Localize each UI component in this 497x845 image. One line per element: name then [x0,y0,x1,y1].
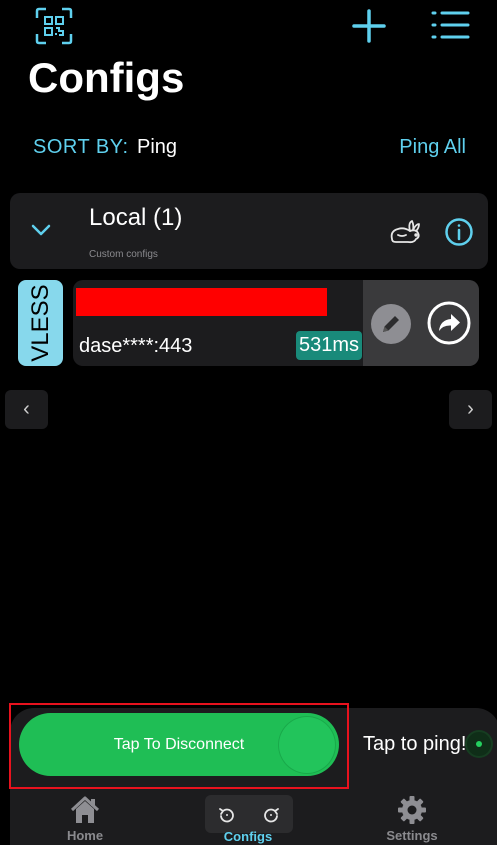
add-config-button[interactable] [352,9,386,43]
list-menu-icon [431,11,470,39]
ping-badge: 531ms [296,331,363,360]
tab-home-label: Home [66,828,104,843]
tab-home[interactable]: Home [35,795,135,843]
page-title: Configs [28,54,185,101]
qr-scan-button[interactable] [35,7,73,45]
connection-status-dot[interactable] [467,732,491,756]
plus-icon [352,9,386,43]
sort-by-label: SORT BY: [33,136,129,158]
config-group-local[interactable]: Local (1) Custom configs [10,193,488,269]
tab-settings[interactable]: Settings [362,795,462,843]
tab-configs-label: Configs [223,829,273,844]
configs-screen: Configs SORT BY: Ping Ping All Local (1)… [0,0,497,845]
config-item[interactable]: dase****:443 531ms [73,280,479,366]
chevron-down-icon[interactable] [30,219,52,241]
share-arrow-icon[interactable] [427,301,471,345]
next-page-button[interactable]: › [449,390,492,429]
sort-by-selector[interactable]: Ping [137,136,177,159]
redacted-config-name [76,288,327,316]
protocol-tag: VLESS [18,280,63,366]
redo-icon[interactable] [262,806,280,824]
ping-all-button[interactable]: Ping All [399,136,466,159]
pencil-icon[interactable] [371,304,411,344]
info-icon[interactable] [444,217,474,247]
config-actions [363,280,479,366]
menu-button[interactable] [430,9,470,41]
qr-scan-icon [35,7,73,45]
highlight-box [9,703,349,789]
tab-configs[interactable]: Configs [198,829,298,844]
group-subtitle: Custom configs [89,249,158,260]
tab-settings-label: Settings [386,828,438,843]
protocol-label: VLESS [26,284,54,362]
group-name: Local (1) [89,204,183,231]
previous-page-button[interactable]: ‹ [5,390,48,429]
rabbit-icon[interactable] [388,219,422,245]
undo-icon[interactable] [218,806,236,824]
gear-icon [398,796,426,824]
ping-hint[interactable]: Tap to ping! [363,733,466,756]
config-address: dase****:443 [79,335,193,357]
home-icon [70,796,100,823]
